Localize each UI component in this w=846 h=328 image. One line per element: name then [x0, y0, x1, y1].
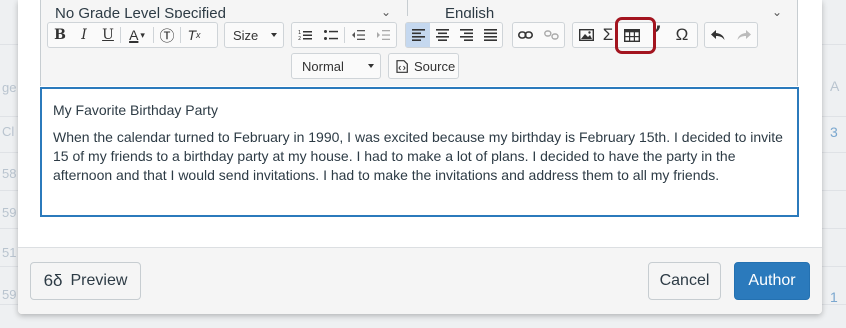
- bg-text-fragment: 1: [830, 289, 838, 305]
- chevron-down-icon: ⌄: [381, 5, 392, 19]
- image-icon[interactable]: [573, 23, 599, 47]
- bg-text-fragment: ge: [2, 80, 17, 95]
- text-style-group: B I U A ▾ Ⓣ Tx: [47, 22, 218, 48]
- format-dropdown[interactable]: Normal: [291, 53, 381, 79]
- format-label: Normal: [302, 58, 344, 74]
- source-button[interactable]: Source: [388, 53, 459, 79]
- cancel-button[interactable]: Cancel: [648, 262, 721, 300]
- rich-text-editor[interactable]: My Favorite Birthday Party When the cale…: [40, 87, 799, 217]
- unlink-icon[interactable]: [539, 23, 565, 47]
- indent-icon[interactable]: [370, 23, 395, 47]
- special-character-icon[interactable]: Ω: [669, 23, 695, 47]
- history-group: [704, 22, 758, 48]
- link-group: [512, 22, 565, 48]
- align-left-icon[interactable]: [406, 23, 430, 47]
- bg-text-fragment: 58: [2, 166, 17, 181]
- bg-text-fragment: 59: [2, 205, 17, 220]
- svg-text:2: 2: [298, 36, 301, 41]
- undo-icon[interactable]: [705, 23, 731, 47]
- preview-button[interactable]: 6δ Preview: [30, 262, 141, 300]
- bg-text-fragment: 3: [830, 124, 838, 140]
- bg-text-fragment: 59: [2, 287, 17, 302]
- author-label: Author: [748, 272, 796, 289]
- language-value: English: [445, 5, 495, 18]
- preview-label: Preview: [70, 272, 128, 289]
- outdent-icon[interactable]: [345, 23, 370, 47]
- list-group: 12: [291, 22, 397, 48]
- background-color-icon[interactable]: Ⓣ: [154, 23, 180, 47]
- align-center-icon[interactable]: [430, 23, 454, 47]
- bg-text-fragment: A: [830, 78, 840, 94]
- cancel-label: Cancel: [659, 272, 710, 289]
- source-label: Source: [414, 58, 456, 74]
- redo-icon[interactable]: [731, 23, 757, 47]
- bg-text-fragment: 51: [2, 245, 17, 260]
- italic-icon[interactable]: I: [72, 23, 96, 47]
- modal-footer: 6δ Preview Cancel Author: [18, 247, 822, 314]
- bold-icon[interactable]: B: [48, 23, 72, 47]
- numbered-list-icon[interactable]: 12: [292, 23, 318, 47]
- glasses-icon: 6δ: [43, 271, 63, 290]
- bg-text-fragment: Cl: [2, 124, 15, 139]
- remove-format-icon[interactable]: Tx: [181, 23, 207, 47]
- select-divider: [407, 0, 408, 16]
- grade-level-select[interactable]: No Grade Level Specified: [55, 0, 400, 18]
- alignment-group: [405, 22, 503, 48]
- chevron-down-icon: ⌄: [772, 5, 783, 19]
- text-color-icon[interactable]: A ▾: [121, 23, 153, 47]
- author-button[interactable]: Author: [734, 262, 810, 300]
- grade-level-value: No Grade Level Specified: [55, 5, 226, 18]
- content-title: My Favorite Birthday Party: [53, 102, 218, 118]
- align-justify-icon[interactable]: [478, 23, 502, 47]
- table-button-highlight: [615, 17, 656, 54]
- link-icon[interactable]: [513, 23, 539, 47]
- font-size-dropdown[interactable]: Size: [224, 22, 284, 48]
- underline-icon[interactable]: U: [96, 23, 120, 47]
- language-select[interactable]: English: [445, 0, 790, 18]
- content-paragraph: When the calendar turned to February in …: [53, 129, 783, 183]
- font-size-label: Size: [233, 27, 259, 43]
- source-icon: [396, 59, 408, 73]
- caret-down-icon: [271, 33, 277, 37]
- bullet-list-icon[interactable]: [318, 23, 344, 47]
- caret-down-icon: [368, 64, 374, 68]
- align-right-icon[interactable]: [454, 23, 478, 47]
